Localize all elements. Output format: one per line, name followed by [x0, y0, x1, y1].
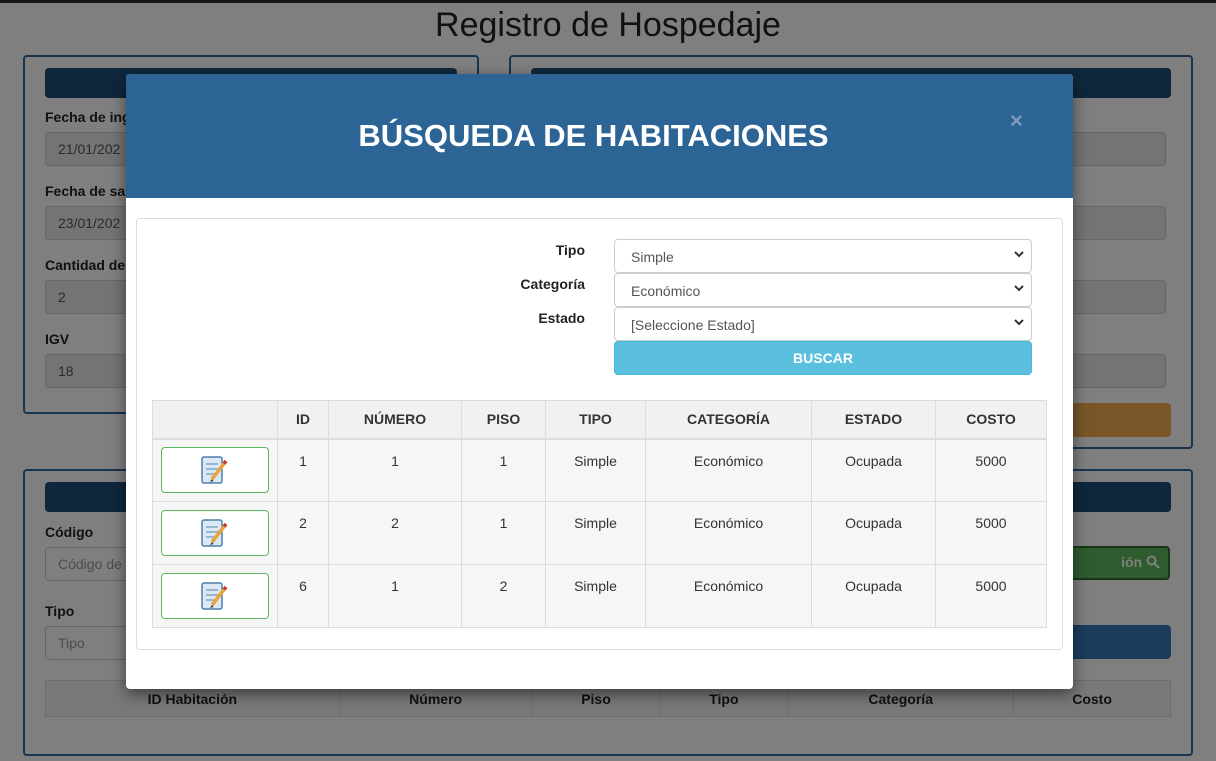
- tipo-filter-label: Tipo: [555, 242, 585, 258]
- tipo-select-value: Simple: [631, 249, 674, 265]
- action-cell: [152, 438, 278, 502]
- estado-select-value: [Seleccione Estado]: [631, 317, 755, 333]
- tipo-select[interactable]: Simple: [614, 239, 1032, 273]
- resultados-table: ID NÚMERO PISO TIPO CATEGORÍA ESTADO COS…: [152, 400, 1047, 628]
- buscar-button[interactable]: BUSCAR: [614, 341, 1032, 375]
- categoria-select[interactable]: Económico: [614, 273, 1032, 307]
- col-categoria: CATEGORÍA: [645, 400, 812, 440]
- edit-note-icon: [201, 519, 228, 547]
- table-row: 2 2 1 Simple Económico Ocupada 5000: [152, 501, 1047, 565]
- edit-note-icon: [201, 456, 228, 484]
- chevron-down-icon: [1014, 251, 1024, 258]
- select-room-button[interactable]: [161, 447, 269, 494]
- chevron-down-icon: [1014, 319, 1024, 326]
- cell-categoria: Económico: [645, 564, 812, 628]
- cell-categoria: Económico: [645, 438, 812, 502]
- select-room-button[interactable]: [161, 573, 269, 619]
- col-id: ID: [277, 400, 329, 440]
- cell-tipo: Simple: [545, 501, 646, 565]
- modal-header: BÚSQUEDA DE HABITACIONES ×: [126, 74, 1073, 198]
- cell-piso: 2: [461, 564, 546, 628]
- close-icon[interactable]: ×: [1010, 108, 1023, 134]
- categoria-filter-label: Categoría: [520, 276, 585, 292]
- edit-note-icon: [201, 582, 228, 610]
- select-room-button[interactable]: [161, 510, 269, 556]
- cell-tipo: Simple: [545, 438, 646, 502]
- cell-costo: 5000: [935, 564, 1047, 628]
- table-row: 6 1 2 Simple Económico Ocupada 5000: [152, 564, 1047, 628]
- col-tipo: TIPO: [545, 400, 646, 440]
- modal-title: BÚSQUEDA DE HABITACIONES: [358, 118, 829, 153]
- cell-id: 1: [277, 438, 329, 502]
- cell-estado: Ocupada: [811, 564, 936, 628]
- table-header-row: ID NÚMERO PISO TIPO CATEGORÍA ESTADO COS…: [152, 400, 1047, 440]
- chevron-down-icon: [1014, 285, 1024, 292]
- cell-numero: 1: [328, 564, 462, 628]
- modal-body: Tipo Simple Categoría Económico Estado […: [136, 218, 1063, 650]
- cell-numero: 2: [328, 501, 462, 565]
- col-estado: ESTADO: [811, 400, 936, 440]
- col-costo: COSTO: [935, 400, 1047, 440]
- col-piso: PISO: [461, 400, 546, 440]
- cell-tipo: Simple: [545, 564, 646, 628]
- cell-id: 6: [277, 564, 329, 628]
- categoria-select-value: Económico: [631, 283, 701, 299]
- cell-costo: 5000: [935, 438, 1047, 502]
- estado-filter-label: Estado: [538, 310, 585, 326]
- cell-estado: Ocupada: [811, 438, 936, 502]
- cell-estado: Ocupada: [811, 501, 936, 565]
- busqueda-habitaciones-modal: BÚSQUEDA DE HABITACIONES × Tipo Simple C…: [126, 74, 1073, 689]
- table-row: 1 1 1 Simple Económico Ocupada 5000: [152, 438, 1047, 502]
- col-numero: NÚMERO: [328, 400, 462, 440]
- cell-numero: 1: [328, 438, 462, 502]
- action-cell: [152, 564, 278, 628]
- cell-categoria: Económico: [645, 501, 812, 565]
- col-action: [152, 400, 278, 440]
- action-cell: [152, 501, 278, 565]
- cell-piso: 1: [461, 438, 546, 502]
- cell-costo: 5000: [935, 501, 1047, 565]
- cell-id: 2: [277, 501, 329, 565]
- estado-select[interactable]: [Seleccione Estado]: [614, 307, 1032, 341]
- cell-piso: 1: [461, 501, 546, 565]
